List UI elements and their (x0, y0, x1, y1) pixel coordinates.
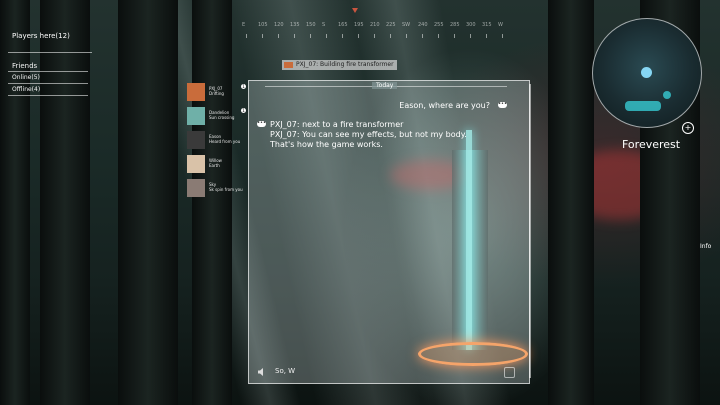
compass-label: 285 (450, 22, 460, 28)
compass-tick (454, 34, 455, 38)
compass-label: 255 (434, 22, 444, 28)
compass-tick (326, 34, 327, 38)
map-expand-icon[interactable]: + (682, 122, 694, 134)
chat-message: PXJ_07: next to a fire transformer (270, 120, 404, 129)
tree-trunk (0, 0, 30, 405)
compass-label: 210 (370, 22, 380, 28)
compass-tick (502, 34, 503, 38)
avatar (187, 83, 205, 101)
online-tab[interactable]: Online(5) (12, 74, 40, 81)
tree-trunk (118, 0, 178, 405)
friends-tab[interactable]: Friends (12, 62, 37, 70)
chat-message: PXJ_07: You can see my effects, but not … (270, 130, 467, 149)
compass-tick (278, 34, 279, 38)
friend-text: Dandelion Sun crossing (209, 110, 245, 120)
friend-text: Willow Earth (209, 158, 245, 168)
offline-tab[interactable]: Offline(4) (12, 86, 40, 93)
map-region (663, 91, 671, 99)
compass-label: 315 (482, 22, 492, 28)
unread-badge: 1 (241, 84, 246, 89)
friend-status: Sun crossing (209, 115, 235, 120)
compass-label: 195 (354, 22, 364, 28)
player-location-icon (641, 67, 652, 78)
message-text: You can see my effects, but not my body.… (270, 130, 467, 149)
compass-tick (374, 34, 375, 38)
avatar-icon (284, 62, 293, 68)
compass-tick (406, 34, 407, 38)
message-sender: PXJ_07 (270, 130, 297, 139)
friend-row[interactable]: Dandelion Sun crossing 1 (187, 107, 247, 125)
friend-status: Sk spin from you (209, 187, 243, 192)
avatar (187, 179, 205, 197)
compass-label: 135 (290, 22, 300, 28)
compass-tick (470, 34, 471, 38)
compass-label: 105 (258, 22, 268, 28)
tree-trunk (192, 0, 232, 405)
compass-tick (246, 34, 247, 38)
unread-badge: 1 (241, 108, 246, 113)
compass-label: 120 (274, 22, 284, 28)
avatar (187, 107, 205, 125)
compass-bar: E 105 120 135 150 S 165 195 210 225 SW 240 255 285 300… (240, 14, 510, 44)
chat-title-text: PXJ_07: Building fire transformer (296, 61, 394, 68)
message-text: next to a fire transformer (302, 120, 404, 129)
chat-bubble-icon: ••• (498, 101, 507, 108)
compass-marker-icon (352, 8, 358, 13)
friend-text: PXJ_07 Drifting (209, 86, 245, 96)
self-message: Eason, where are you? (399, 101, 490, 110)
compass-tick (486, 34, 487, 38)
today-divider: Today (372, 82, 398, 89)
message-sender: PXJ_07 (270, 120, 297, 129)
friend-row[interactable]: PXJ_07 Drifting 1 (187, 83, 247, 101)
compass-tick (422, 34, 423, 38)
compass-label: W (498, 22, 503, 28)
compass-label: 150 (306, 22, 316, 28)
friend-status: Earth (209, 163, 220, 168)
chat-input-row[interactable]: So, W (255, 366, 525, 378)
compass-tick (294, 34, 295, 38)
compass-tick (358, 34, 359, 38)
compass-tick (310, 34, 311, 38)
tree-trunk (40, 0, 90, 405)
chat-title: PXJ_07: Building fire transformer (282, 60, 397, 70)
chat-scrollbar[interactable] (529, 84, 531, 378)
compass-label: 300 (466, 22, 476, 28)
chat-input[interactable]: So, W (275, 367, 295, 375)
compass-label: 240 (418, 22, 428, 28)
emoji-icon[interactable] (504, 367, 515, 378)
zone-name: Foreverest (622, 138, 681, 151)
compass-tick (342, 34, 343, 38)
compass-tick (438, 34, 439, 38)
friend-status: Heard from you (209, 139, 241, 144)
compass-label: S (322, 22, 326, 28)
info-button[interactable]: Info (700, 243, 711, 250)
divider (8, 71, 88, 72)
minimap[interactable] (592, 18, 702, 128)
divider (8, 52, 92, 53)
tree-trunk (548, 0, 594, 405)
friend-text: Eason Heard from you (209, 134, 245, 144)
compass-tick (390, 34, 391, 38)
compass-label: 165 (338, 22, 348, 28)
avatar (187, 131, 205, 149)
avatar (187, 155, 205, 173)
compass-label: SW (402, 22, 411, 28)
divider (8, 95, 88, 96)
friend-row[interactable]: Willow Earth (187, 155, 247, 173)
friend-row[interactable]: Sky Sk spin from you (187, 179, 247, 197)
compass-tick (262, 34, 263, 38)
players-header[interactable]: Players here(12) (12, 32, 70, 40)
compass-label: E (242, 22, 246, 28)
friend-text: Sky Sk spin from you (209, 182, 245, 192)
map-region (625, 101, 661, 111)
speaker-icon[interactable] (257, 367, 267, 377)
chat-bubble-icon: ••• (257, 120, 266, 127)
compass-label: 225 (386, 22, 396, 28)
friend-row[interactable]: Eason Heard from you (187, 131, 247, 149)
divider (8, 83, 88, 84)
friend-status: Drifting (209, 91, 224, 96)
